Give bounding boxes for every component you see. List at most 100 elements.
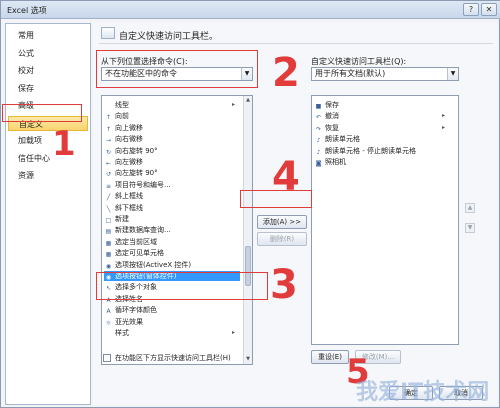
list-item-label: 亚光效果 — [115, 317, 143, 326]
page-heading: 自定义快速访问工具栏。 — [119, 32, 219, 42]
list-item[interactable]: ▤ 新建数据库查询... — [104, 225, 240, 235]
rotate-left-icon: ↺ — [105, 171, 112, 179]
nav-item[interactable]: 信任中心 — [8, 151, 88, 166]
list-item[interactable]: ♪ 朗读单元格 - 停止朗读单元格 — [314, 146, 446, 156]
annotation-number-2: 2 — [272, 50, 300, 96]
list-item[interactable]: ↺ 向左旋转 90° — [104, 168, 240, 178]
list-item[interactable]: 线型 ▸ — [104, 100, 240, 110]
undo-icon: ↶ — [315, 114, 322, 122]
list-item[interactable]: ◙ 照相机 — [314, 157, 446, 167]
scroll-up-icon[interactable]: ▲ — [244, 96, 252, 105]
list-item-label: 线型 — [115, 101, 129, 109]
list-item[interactable]: □ 新建 — [104, 214, 240, 224]
customize-toolbar-value: 用于所有文档(默认) — [315, 69, 386, 78]
camera-icon: ◙ — [315, 160, 322, 167]
reset-button[interactable]: 重设(E) — [311, 350, 349, 364]
left-list-scrollbar[interactable]: ▲ ▼ — [243, 96, 252, 364]
category-nav: 常用 公式 校对 保存 高级 自定义 加载项 信任中心 资源 — [5, 23, 91, 405]
window-title: Excel 选项 — [7, 6, 47, 15]
font-color-icon: A — [106, 308, 111, 316]
remove-button[interactable]: 删除(R) — [257, 232, 307, 246]
list-item-label: 朗读单元格 — [325, 135, 360, 144]
list-item-label: 循环字体颜色 — [115, 306, 157, 315]
arrow-right-icon: → — [105, 137, 112, 145]
select-visible-icon: ▦ — [105, 251, 112, 259]
scroll-down-icon[interactable]: ▼ — [244, 355, 252, 364]
speak-cells-icon: ♪ — [316, 137, 321, 145]
list-item-label: 向左旋转 90° — [115, 169, 158, 178]
list-item-label: 向上微移 — [115, 123, 143, 132]
list-item[interactable]: ▦ 选定当前区域 — [104, 237, 240, 247]
list-item[interactable]: ↑ 向上微移 — [104, 123, 240, 133]
list-item[interactable]: ■ 保存 — [314, 100, 446, 110]
list-item[interactable]: ╱ 斜上框线 — [104, 191, 240, 201]
below-ribbon-label: 在功能区下方显示快速访问工具栏(H) — [115, 354, 231, 362]
list-item-label: 朗读单元格 - 停止朗读单元格 — [325, 146, 416, 155]
submenu-arrow-icon: ▸ — [442, 123, 446, 131]
option-button-icon: ◉ — [105, 262, 112, 270]
annotation-box-selected-item — [96, 272, 268, 300]
list-item[interactable]: ↷ 恢复 ▸ — [314, 123, 446, 133]
toolbar-icon — [101, 27, 115, 39]
line-icon — [104, 100, 113, 108]
stop-speak-icon: ♪ — [316, 148, 321, 156]
list-item-label: 斜下框线 — [115, 203, 143, 212]
submenu-arrow-icon: ▸ — [232, 101, 236, 108]
save-icon: ■ — [315, 103, 322, 110]
list-item[interactable]: ◉ 选项按钮(ActiveX 控件) — [104, 260, 240, 270]
close-button[interactable]: ✕ — [481, 3, 497, 16]
list-item-label: 样式 — [115, 329, 129, 337]
list-item-label: 选项按钮(ActiveX 控件) — [115, 260, 192, 269]
below-ribbon-checkbox[interactable] — [103, 354, 111, 362]
list-item[interactable]: A 循环字体颜色 — [104, 305, 240, 315]
diag-up-icon: ╱ — [106, 194, 111, 202]
list-item-label: 撤消 — [325, 112, 339, 121]
customize-toolbar-dropdown[interactable]: 用于所有文档(默认) ▼ — [311, 67, 459, 81]
list-item[interactable]: ☼ 亚光效果 — [104, 317, 240, 327]
list-item[interactable]: ╲ 斜下框线 — [104, 203, 240, 213]
chevron-down-icon[interactable]: ▼ — [447, 68, 458, 80]
nav-item[interactable]: 保存 — [8, 81, 88, 96]
submenu-arrow-icon: ▸ — [442, 112, 446, 120]
divider — [99, 43, 493, 44]
watermark: 我爱IT技术网 — [356, 380, 490, 405]
list-item[interactable]: ♪ 朗读单元格 — [314, 134, 446, 144]
redo-icon: ↷ — [315, 125, 322, 133]
available-commands-list[interactable]: ▲ ▼ 线型 ▸ ↑ 向前 ↑ 向上微移 → 向右微移 ↻ 向右旋转 90° ← 向左微移 ↺ 向左旋转 … — [101, 95, 253, 365]
nav-item[interactable]: 加载项 — [8, 133, 88, 148]
list-item-label: 照相机 — [325, 158, 346, 166]
glow-icon: ☼ — [105, 319, 112, 327]
list-item[interactable]: → 向右微移 — [104, 134, 240, 144]
move-up-button[interactable]: ▲ — [465, 203, 475, 213]
list-item[interactable]: ↶ 撤消 ▸ — [314, 111, 446, 121]
list-item-label: 恢复 — [325, 123, 339, 132]
arrow-left-icon: ← — [105, 160, 112, 167]
list-item-label: 保存 — [325, 101, 339, 109]
list-icon: ≡ — [105, 182, 112, 190]
list-item[interactable]: ↻ 向右旋转 90° — [104, 146, 240, 156]
db-query-icon: ▤ — [105, 228, 112, 236]
list-item[interactable]: ≡ 项目符号和编号... — [104, 180, 240, 190]
help-button[interactable]: ? — [463, 3, 479, 16]
list-item[interactable]: ← 向左微移 — [104, 157, 240, 167]
nav-item[interactable]: 资源 — [8, 168, 88, 183]
list-item[interactable]: ↑ 向前 — [104, 111, 240, 121]
nav-item[interactable]: 常用 — [8, 28, 88, 43]
nav-item[interactable]: 公式 — [8, 46, 88, 61]
new-icon: □ — [105, 217, 112, 224]
list-item-label: 选定可见单元格 — [115, 249, 164, 258]
toolbar-commands-list[interactable]: ■ 保存 ↶ 撤消 ▸ ↷ 恢复 ▸ ♪ 朗读单元格 ♪ 朗读单元格 - 停止朗读单元格 ◙ 照相机 — [311, 95, 459, 345]
title-bar: Excel 选项 ? ✕ — [1, 1, 500, 19]
list-item-label: 斜上框线 — [115, 192, 143, 201]
nav-item[interactable]: 校对 — [8, 63, 88, 78]
annotation-number-4: 4 — [272, 154, 300, 200]
annotation-box-dropdown — [96, 50, 258, 88]
list-item[interactable]: 样式 ▸ — [104, 328, 240, 338]
list-item-label: 新建 — [115, 215, 129, 223]
move-down-button[interactable]: ▼ — [465, 223, 475, 233]
customize-toolbar-label: 自定义快速访问工具栏(Q): — [311, 57, 407, 66]
list-item[interactable]: ▦ 选定可见单元格 — [104, 248, 240, 258]
add-button[interactable]: 添加(A) >> — [257, 215, 307, 229]
list-item-label: 向右旋转 90° — [115, 146, 158, 155]
annotation-number-3: 3 — [270, 262, 298, 308]
